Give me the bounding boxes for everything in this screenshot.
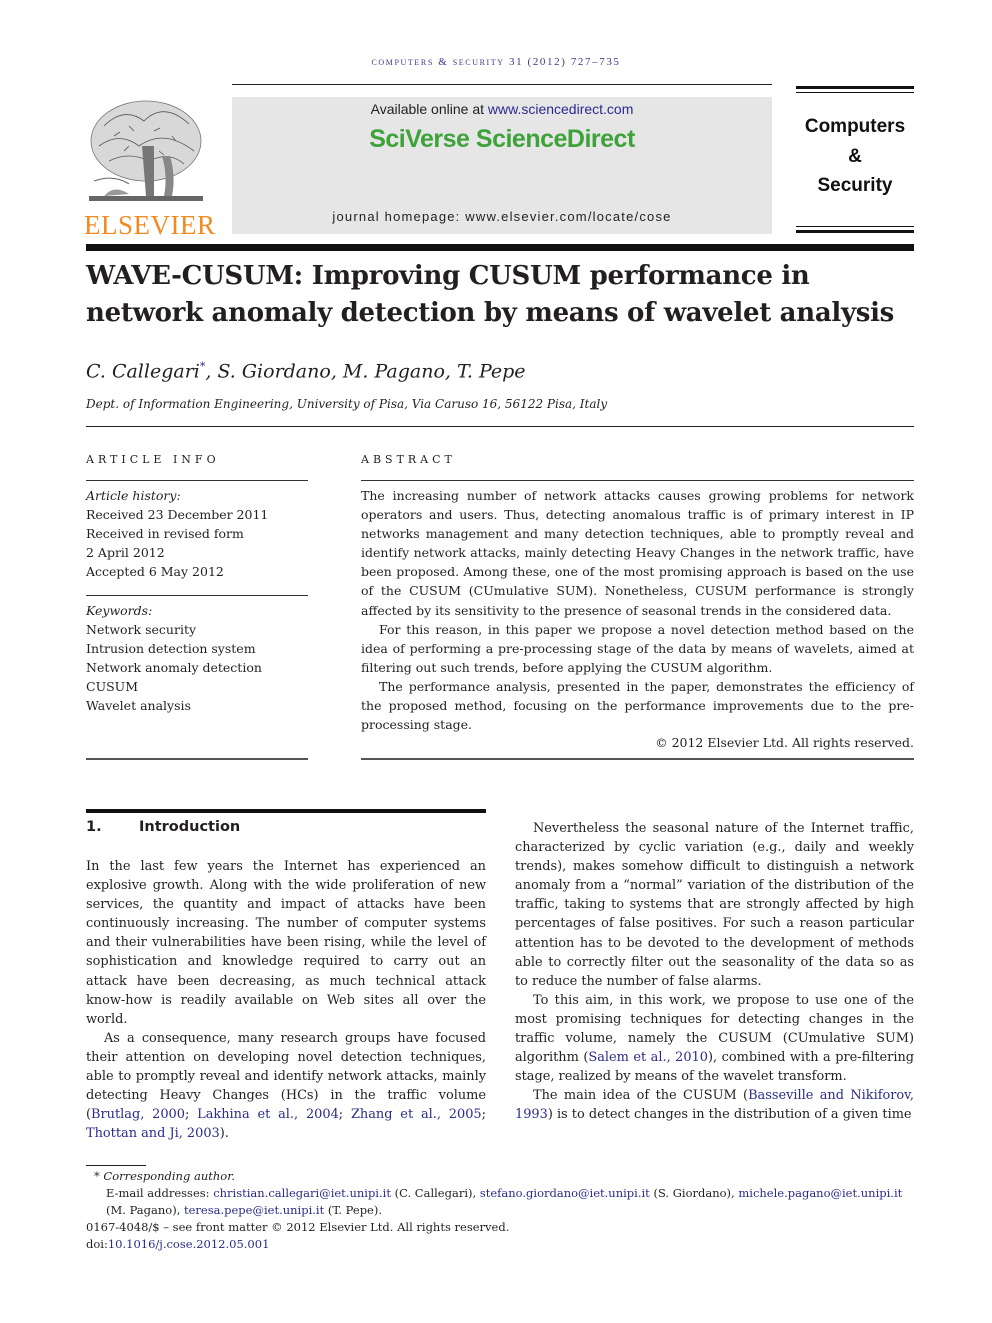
keyword: CUSUM [86,679,138,694]
body-column-right: Nevertheless the seasonal nature of the … [515,819,914,1125]
citation-link[interactable]: Thottan and Ji, 2003 [86,1126,220,1141]
sciencedirect-link[interactable]: www.sciencedirect.com [488,101,634,117]
journal-rule [796,86,914,89]
divider [361,480,914,481]
footnotes: * Corresponding author. E-mail addresses… [86,1168,916,1253]
tree-icon [89,100,203,201]
journal-name-line2: & [848,146,862,167]
section-rule [86,809,486,813]
running-head: COMPUTERS & SECURITY 31 (2012) 727–735 [371,56,621,68]
history-item: 2 April 2012 [86,545,165,560]
sciverse-brand: SciVerse ScienceDirect [369,125,635,153]
history-item: Received in revised form [86,526,244,541]
article-info-heading: ARTICLE INFO [86,453,220,466]
footnote-rule [86,1165,146,1166]
divider [361,758,914,760]
journal-rule [796,92,914,93]
abstract-body: The increasing number of network attacks… [361,486,914,734]
body-paragraph: The main idea of the CUSUM (Basseville a… [515,1086,914,1124]
abstract-paragraph: For this reason, in this paper we propos… [361,621,914,675]
doi-line: doi:10.1016/j.cose.2012.05.001 [86,1236,916,1253]
abstract-paragraph: The performance analysis, presented in t… [361,678,914,733]
paragraph-text: ) is to detect changes in the distributi… [547,1107,912,1123]
author: S. Giordano [217,360,331,383]
citation-link[interactable]: Zhang et al., 2005 [351,1107,482,1122]
journal-homepage[interactable]: journal homepage: www.elsevier.com/locat… [232,209,772,224]
body-column-left: In the last few years the Internet has e… [86,857,486,1143]
corresponding-author-mark[interactable]: * [200,360,206,373]
email-label: E-mail addresses: [106,1186,214,1200]
email-owner: (T. Pepe). [327,1203,383,1217]
journal-title-box: Computers & Security [796,86,914,236]
abstract-heading: ABSTRACT [361,453,456,466]
footnote-mark: * [94,1169,100,1183]
doi-label: doi: [86,1237,108,1251]
body-paragraph: As a consequence, many research groups h… [86,1030,486,1142]
article-history: Article history: Received 23 December 20… [86,486,268,581]
history-label: Article history: [86,488,181,503]
section-heading: 1. Introduction [86,819,240,835]
doi-link[interactable]: 10.1016/j.cose.2012.05.001 [108,1237,270,1251]
email-link[interactable]: stefano.giordano@iet.unipi.it [480,1186,650,1200]
divider [86,595,308,596]
author: M. Pagano [342,360,445,383]
body-paragraph: Nevertheless the seasonal nature of the … [515,821,914,989]
keyword: Network anomaly detection [86,660,262,675]
email-link[interactable]: teresa.pepe@iet.unipi.it [184,1203,324,1217]
author: T. Pepe [456,360,526,383]
divider [86,426,914,427]
email-owner: (M. Pagano) [106,1203,177,1217]
email-owner: (S. Giordano) [653,1186,732,1200]
citation-link[interactable]: Lakhina et al., 2004 [197,1107,339,1122]
corresponding-label: Corresponding author. [103,1169,236,1183]
journal-rule [796,230,914,233]
divider [86,480,308,481]
paragraph-text: The main idea of the CUSUM ( [533,1088,749,1104]
author-list: C. Callegari*, S. Giordano, M. Pagano, T… [86,360,526,383]
history-item: Received 23 December 2011 [86,507,269,522]
body-paragraph: To this aim, in this work, we propose to… [515,991,914,1086]
citation-link[interactable]: Salem et al., 2010 [588,1050,708,1065]
keyword: Wavelet analysis [86,698,191,713]
email-owner: (C. Callegari) [394,1186,473,1200]
keyword: Intrusion detection system [86,641,256,656]
citation-link[interactable]: Brutlag, 2000 [91,1107,185,1122]
email-link[interactable]: michele.pagano@iet.unipi.it [738,1186,902,1200]
corresponding-author-note: * Corresponding author. [86,1168,916,1185]
history-item: Accepted 6 May 2012 [86,564,224,579]
email-addresses: E-mail addresses: christian.callegari@ie… [106,1186,903,1217]
abstract-paragraph: The increasing number of network attacks… [361,488,914,618]
front-matter-note: 0167-4048/$ – see front matter © 2012 El… [86,1220,510,1234]
available-online-label: Available online at [370,101,488,117]
header-rule [232,84,772,85]
affiliation: Dept. of Information Engineering, Univer… [86,397,608,411]
elsevier-wordmark: ELSEVIER [84,210,216,240]
sciencedirect-banner: Available online at www.sciencedirect.co… [232,97,772,234]
journal-name-line1: Computers [804,116,906,137]
body-paragraph: In the last few years the Internet has e… [86,859,486,1027]
paragraph-text: ). [219,1126,229,1142]
header-thick-rule [86,244,914,251]
section-number: 1. [86,819,102,835]
section-title: Introduction [139,819,241,835]
keywords: Keywords: Network security Intrusion det… [86,601,262,715]
keyword: Network security [86,622,197,637]
email-link[interactable]: christian.callegari@iet.unipi.it [213,1186,391,1200]
article-title: WAVE-CUSUM: Improving CUSUM performance … [86,261,895,328]
divider [86,758,308,760]
journal-name-line3: Security [817,175,893,196]
abstract-copyright: © 2012 Elsevier Ltd. All rights reserved… [655,735,914,750]
available-online-text: Available online at www.sciencedirect.co… [232,101,772,117]
journal-rule [796,226,914,227]
author: C. Callegari [86,360,200,383]
keywords-label: Keywords: [86,603,153,618]
